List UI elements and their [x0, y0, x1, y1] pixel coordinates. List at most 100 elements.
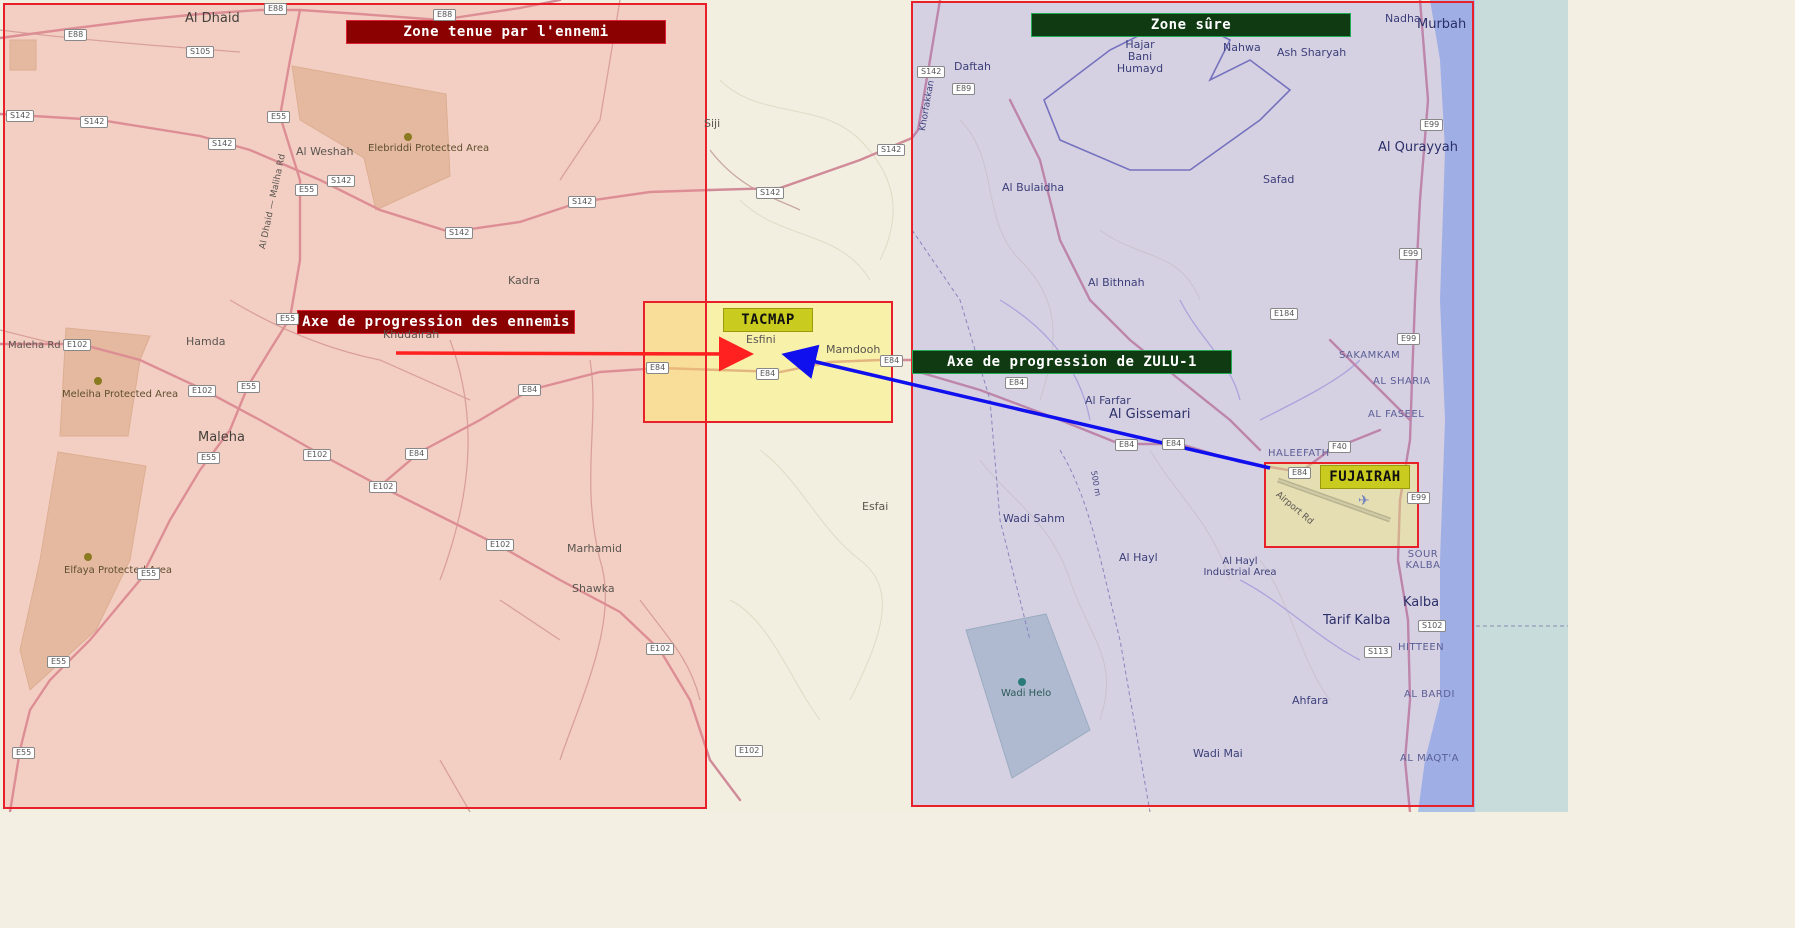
road-shield: S142 [327, 175, 356, 187]
place-label: Elebriddi Protected Area [368, 143, 489, 154]
airport-icon: ✈ [1358, 493, 1370, 509]
place-label: Nahwa [1223, 41, 1261, 54]
place-label: Wadi Sahm [1003, 512, 1065, 525]
road-shield: E84 [405, 448, 429, 460]
road-shield: E99 [1407, 492, 1431, 504]
place-label: Hamda [186, 335, 226, 348]
road-shield: E102 [188, 385, 217, 397]
road-shield: S142 [445, 227, 474, 239]
tactical-map[interactable]: ✈ [0, 0, 1568, 812]
place-label: Kalba [1403, 595, 1440, 610]
tacmap-label: TACMAP [723, 308, 813, 332]
place-label-text: Elebriddi Protected Area [368, 143, 490, 154]
road-shield: S142 [917, 66, 946, 78]
place-label: Shawka [572, 582, 615, 595]
place-label: Al Bithnah [1088, 276, 1145, 289]
road-name-label: Maleha Rd [8, 340, 61, 351]
road-shield: E55 [295, 184, 319, 196]
road-shield: E84 [1115, 439, 1139, 451]
road-shield: S142 [568, 196, 597, 208]
road-shield: E99 [1397, 333, 1421, 345]
place-label: Daftah [954, 60, 991, 73]
road-shield: E55 [276, 313, 300, 325]
place-label: Ash Sharyah [1277, 46, 1347, 59]
road-shield: E84 [1288, 467, 1312, 479]
fujairah-label: FUJAIRAH [1320, 465, 1410, 489]
zulu-axis-label: Axe de progression de ZULU-1 [912, 350, 1232, 374]
place-label-text: Hajar Bani Humayd [1116, 38, 1164, 75]
place-label: Safad [1263, 173, 1295, 186]
place-label: Tarif Kalba [1323, 613, 1391, 628]
place-label: Khudairah [383, 328, 440, 341]
road-shield: E55 [47, 656, 71, 668]
road-shield: S142 [80, 116, 109, 128]
tree-icon [94, 377, 102, 385]
place-label: AL MAQT'A [1400, 753, 1459, 764]
place-label: SAKAMKAM [1339, 350, 1401, 361]
tree-icon [1018, 678, 1026, 686]
road-shield: E102 [369, 481, 398, 493]
place-label-text: Al Hayl Industrial Area [1203, 556, 1277, 578]
road-shield: E184 [1270, 308, 1299, 320]
road-shield: E84 [646, 362, 670, 374]
road-shield: S102 [1418, 620, 1447, 632]
road-shield: E99 [1420, 119, 1444, 131]
tree-icon [84, 553, 92, 561]
place-label: AL BARDI [1404, 689, 1455, 700]
place-label: Esfai [862, 500, 889, 513]
place-label: HALEEFATH [1268, 448, 1330, 459]
road-shield: S142 [756, 187, 785, 199]
road-shield: E99 [1399, 248, 1423, 260]
road-shield: F40 [1328, 441, 1351, 453]
road-shield: E55 [237, 381, 261, 393]
road-shield: S142 [208, 138, 237, 150]
place-label: Wadi Mai [1193, 747, 1243, 760]
place-label: Maleha [198, 430, 245, 445]
place-label: Elfaya Protected Area [64, 565, 172, 576]
place-label: Ahfara [1292, 694, 1329, 707]
place-label: Murbah [1417, 17, 1467, 32]
place-label: Al Qurayyah [1378, 140, 1459, 155]
place-label: Nadha [1385, 12, 1421, 25]
road-shield: E102 [646, 643, 675, 655]
place-label: HITTEEN [1398, 642, 1445, 653]
place-label: AL FASEEL [1368, 409, 1425, 420]
place-label: Marhamid [567, 542, 623, 555]
road-shield: S113 [1364, 646, 1393, 658]
place-label: Al Hayl Industrial Area [1202, 556, 1278, 578]
road-shield: E55 [12, 747, 36, 759]
road-shield: E84 [1005, 377, 1029, 389]
road-shield: E102 [486, 539, 515, 551]
road-shield: E55 [137, 568, 161, 580]
road-shield: E88 [264, 3, 288, 15]
place-label: Al Hayl [1119, 551, 1158, 564]
road-shield: E84 [518, 384, 542, 396]
road-shield: E84 [1162, 438, 1186, 450]
place-label: Al Weshah [296, 145, 354, 158]
place-label: Meleiha Protected Area [62, 389, 178, 400]
place-label: Al Bulaidha [1002, 181, 1065, 194]
road-shield: E55 [197, 452, 221, 464]
safe-zone-label: Zone sûre [1031, 13, 1351, 37]
road-shield: E88 [433, 9, 457, 21]
place-label: Al Dhaid [185, 11, 240, 26]
road-shield: E84 [880, 355, 904, 367]
road-shield: S142 [877, 144, 906, 156]
place-label: Hajar Bani Humayd [1112, 39, 1168, 75]
road-shield: E88 [64, 29, 88, 41]
road-shield: E102 [63, 339, 92, 351]
enemy-zone-label: Zone tenue par l'ennemi [346, 20, 666, 44]
place-label: Esfini [746, 333, 776, 346]
road-shield: E102 [303, 449, 332, 461]
road-shield: E84 [756, 368, 780, 380]
road-shield: S105 [186, 46, 215, 58]
road-shield: S142 [6, 110, 35, 122]
place-label: Al Gissemari [1109, 407, 1191, 422]
place-label: SOUR KALBA [1405, 549, 1441, 571]
place-label: Mamdooh [826, 343, 881, 356]
tree-icon [404, 133, 412, 141]
place-label: Siji [704, 117, 721, 130]
enemy-axis-arrow [395, 336, 754, 372]
place-label: AL SHARIA [1373, 376, 1431, 387]
road-shield: E102 [735, 745, 764, 757]
